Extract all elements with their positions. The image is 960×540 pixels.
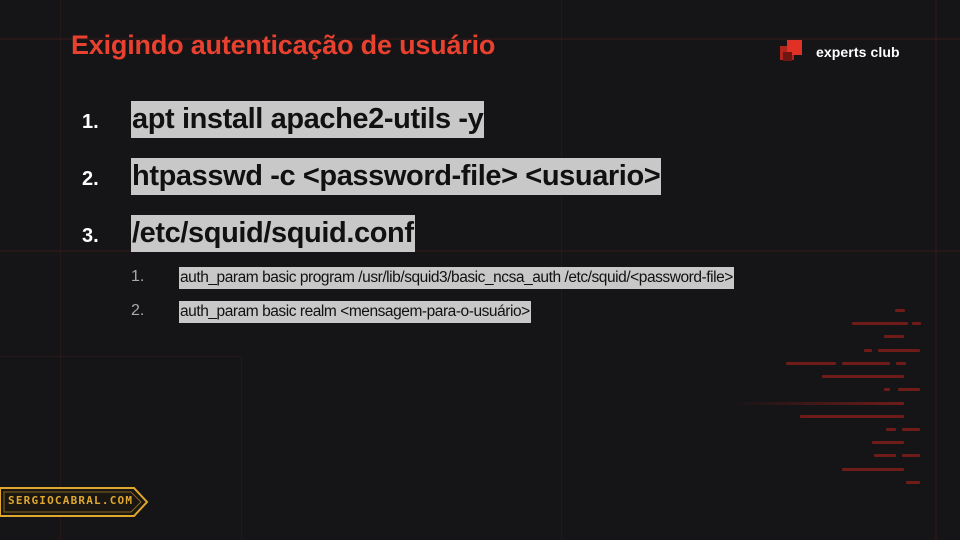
sub-step-command: auth_param basic realm <mensagem-para-o-…: [179, 301, 531, 323]
step-command: apt install apache2-utils -y: [131, 101, 485, 138]
step-number: 2.: [82, 168, 99, 190]
badge-text: SERGIOCABRAL.COM: [8, 494, 134, 507]
experts-club-logo: experts club: [780, 40, 900, 64]
slide-title: Exigindo autenticação de usuário: [71, 30, 496, 60]
presentation-slide: Exigindo autenticação de usuário experts…: [0, 0, 960, 540]
step-command: /etc/squid/squid.conf: [131, 215, 415, 252]
step-number: 1.: [82, 111, 99, 133]
sub-step-number: 1.: [131, 268, 145, 285]
experts-club-logo-icon: [780, 40, 804, 64]
website-badge: SERGIOCABRAL.COM: [0, 485, 150, 519]
step-number: 3.: [82, 225, 99, 247]
logo-text: experts club: [816, 44, 900, 60]
background-grid-line: [935, 0, 937, 540]
sub-step-number: 2.: [131, 302, 145, 319]
step-command: htpasswd -c <password-file> <usuario>: [131, 158, 662, 195]
sub-step-command: auth_param basic program /usr/lib/squid3…: [179, 267, 734, 289]
